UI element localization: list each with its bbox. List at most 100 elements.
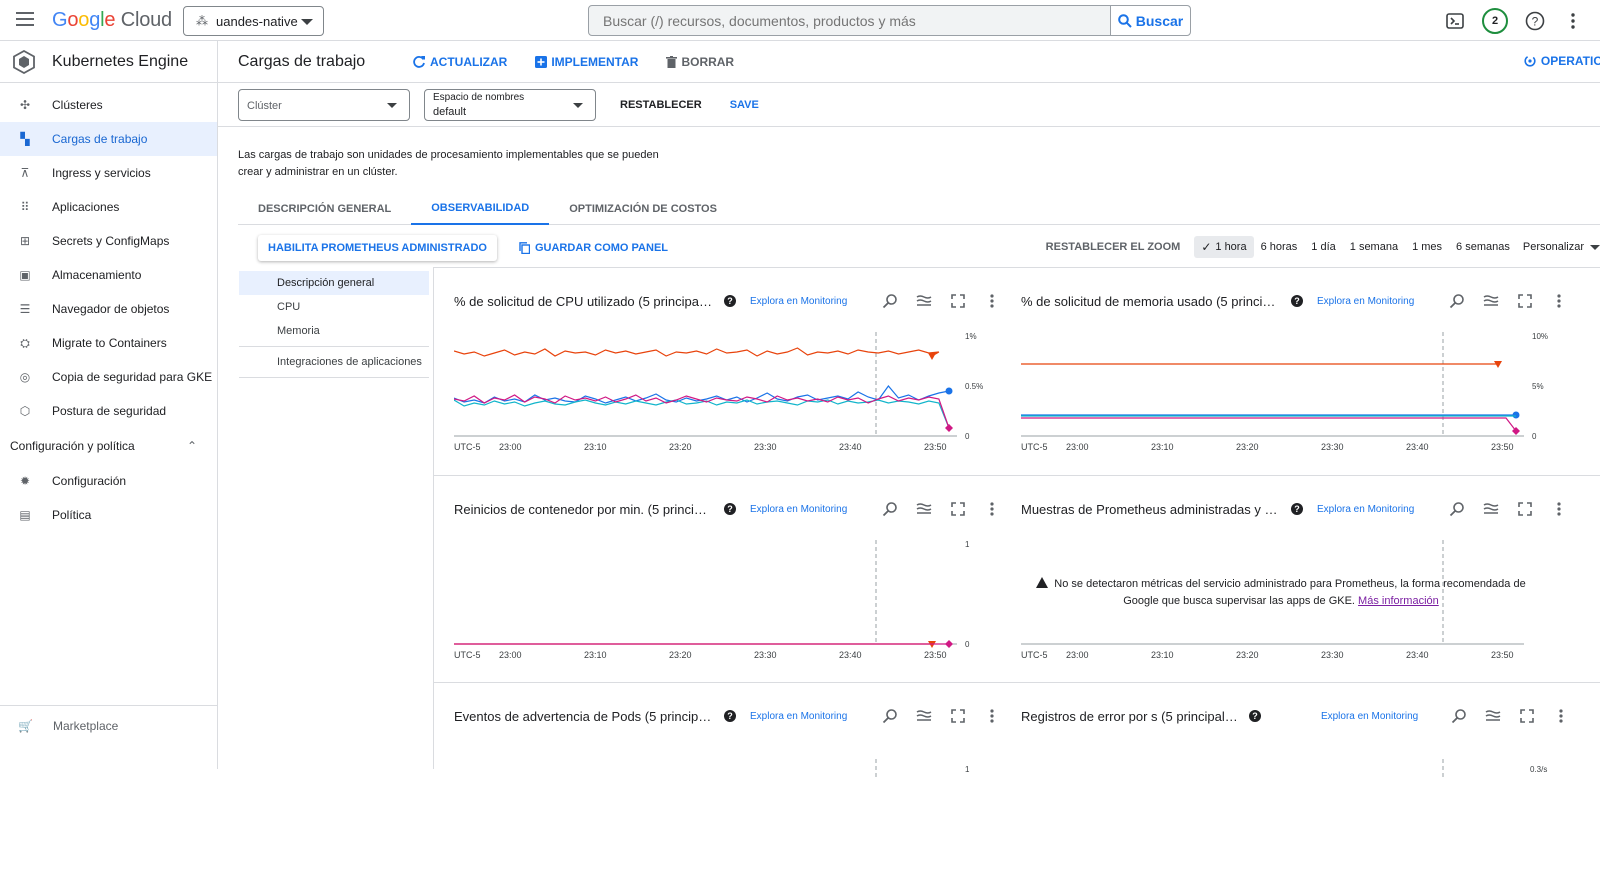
enable-prometheus-button[interactable]: HABILITA PROMETHEUS ADMINISTRADO bbox=[258, 235, 497, 261]
save-filters-button[interactable]: SAVE bbox=[730, 99, 759, 111]
sidebar-item-5[interactable]: ▣ Almacenamiento bbox=[0, 258, 217, 292]
range-option-3[interactable]: 1 semana bbox=[1343, 236, 1405, 258]
reset-zoom-button[interactable]: RESTABLECER EL ZOOM bbox=[1046, 241, 1181, 253]
help-icon[interactable]: ? bbox=[1249, 710, 1261, 722]
explore-in-monitoring-link[interactable]: Explora en Monitoring bbox=[750, 296, 868, 307]
fullscreen-icon[interactable] bbox=[948, 499, 968, 519]
sidebar-item-0[interactable]: ✣ Clústeres bbox=[0, 88, 217, 122]
namespace-select[interactable]: Espacio de nombres default bbox=[424, 88, 596, 121]
delete-button[interactable]: BORRAR bbox=[666, 55, 734, 69]
help-icon[interactable]: ? bbox=[1524, 10, 1546, 32]
explore-in-monitoring-link[interactable]: Explora en Monitoring bbox=[750, 711, 868, 722]
chart-area[interactable]: UTC-5 23:00 23:10 23:20 23:30 23:40 23:50 1 0 bbox=[454, 532, 984, 662]
legend-icon[interactable] bbox=[914, 291, 934, 311]
deploy-button[interactable]: IMPLEMENTAR bbox=[535, 55, 638, 69]
legend-icon[interactable] bbox=[1481, 291, 1501, 311]
range-option-0[interactable]: 1 hora bbox=[1194, 236, 1254, 258]
sidebar-item-marketplace[interactable]: 🛒 Marketplace bbox=[0, 705, 217, 745]
more-vert-icon[interactable] bbox=[982, 706, 1002, 726]
obs-nav-item-3[interactable]: Integraciones de aplicaciones bbox=[239, 350, 429, 374]
explore-in-monitoring-link[interactable]: Explora en Monitoring bbox=[1317, 296, 1435, 307]
more-vert-icon[interactable] bbox=[1549, 291, 1569, 311]
refresh-button[interactable]: ACTUALIZAR bbox=[412, 55, 507, 69]
fullscreen-icon[interactable] bbox=[1515, 291, 1535, 311]
obs-nav-item-2[interactable]: Memoria bbox=[239, 319, 429, 343]
zoom-icon[interactable] bbox=[880, 291, 900, 311]
sidebar-item-9[interactable]: ⬡ Postura de seguridad bbox=[0, 394, 217, 428]
cloud-shell-icon[interactable] bbox=[1444, 10, 1466, 32]
fullscreen-icon[interactable] bbox=[1517, 706, 1537, 726]
zoom-icon[interactable] bbox=[1449, 706, 1469, 726]
help-icon[interactable]: ? bbox=[1291, 295, 1303, 307]
fullscreen-icon[interactable] bbox=[948, 706, 968, 726]
help-icon[interactable]: ? bbox=[724, 295, 736, 307]
more-vert-icon[interactable] bbox=[1549, 499, 1569, 519]
legend-icon[interactable] bbox=[1481, 499, 1501, 519]
reset-filters-button[interactable]: RESTABLECER bbox=[620, 99, 702, 111]
menu-icon[interactable] bbox=[16, 12, 34, 28]
zoom-icon[interactable] bbox=[1447, 291, 1467, 311]
sidebar-item-8[interactable]: ◎ Copia de seguridad para GKE bbox=[0, 360, 217, 394]
help-icon[interactable]: ? bbox=[724, 503, 736, 515]
help-icon[interactable]: ? bbox=[1291, 503, 1303, 515]
panel-header: Registros de error por s (5 principales)… bbox=[1021, 705, 1571, 727]
legend-icon[interactable] bbox=[1483, 706, 1503, 726]
sidebar-item-3[interactable]: ⠿ Aplicaciones bbox=[0, 190, 217, 224]
search-button[interactable]: Buscar bbox=[1110, 6, 1190, 35]
zoom-icon[interactable] bbox=[880, 499, 900, 519]
project-selector[interactable]: ⁂ uandes-native bbox=[183, 6, 324, 36]
help-icon[interactable]: ? bbox=[724, 710, 736, 722]
more-vert-icon[interactable] bbox=[982, 499, 1002, 519]
fullscreen-icon[interactable] bbox=[1515, 499, 1535, 519]
custom-range-button[interactable]: Personalizar bbox=[1517, 241, 1600, 253]
save-as-dashboard-button[interactable]: GUARDAR COMO PANEL bbox=[519, 242, 668, 254]
google-cloud-logo[interactable]: Google Cloud bbox=[52, 9, 172, 32]
tab-1[interactable]: OBSERVABILIDAD bbox=[411, 193, 550, 225]
fullscreen-icon[interactable] bbox=[948, 291, 968, 311]
cluster-placeholder: Clúster bbox=[247, 99, 282, 112]
series-end-marker bbox=[945, 640, 953, 648]
series-line-3 bbox=[1021, 417, 1517, 432]
range-option-2[interactable]: 1 día bbox=[1304, 236, 1342, 258]
x-tick-label: 23:20 bbox=[1236, 650, 1259, 660]
chart-area[interactable]: 0.3/s bbox=[1021, 739, 1551, 779]
obs-nav-item-1[interactable]: CPU bbox=[239, 295, 429, 319]
sidebar-section-config-policy[interactable]: Configuración y política ⌃ bbox=[0, 428, 217, 464]
cluster-select[interactable]: Clúster bbox=[238, 88, 410, 121]
sidebar-item-6[interactable]: ☰ Navegador de objetos bbox=[0, 292, 217, 326]
obs-nav-item-0[interactable]: Descripción general bbox=[239, 271, 429, 295]
legend-icon[interactable] bbox=[914, 499, 934, 519]
chart-area[interactable]: UTC-5 23:00 23:10 23:20 23:30 23:40 23:50 1% 0.5… bbox=[453, 324, 984, 454]
more-vert-icon[interactable] bbox=[1551, 706, 1571, 726]
chart-area[interactable]: UTC-5 23:00 23:10 23:20 23:30 23:40 23:50 10% 5%… bbox=[1021, 324, 1551, 454]
legend-icon[interactable] bbox=[914, 706, 934, 726]
notification-badge[interactable]: 2 bbox=[1482, 7, 1508, 34]
zoom-icon[interactable] bbox=[1447, 499, 1467, 519]
sidebar-item-label: Aplicaciones bbox=[52, 200, 120, 214]
explore-in-monitoring-link[interactable]: Explora en Monitoring bbox=[1317, 504, 1435, 515]
chart-area[interactable]: 1 bbox=[454, 739, 984, 779]
y-tick-label: 0 bbox=[965, 640, 970, 649]
sidebar-item-1[interactable]: ▚ Cargas de trabajo bbox=[0, 122, 217, 156]
tab-2[interactable]: OPTIMIZACIÓN DE COSTOS bbox=[549, 193, 737, 225]
range-option-4[interactable]: 1 mes bbox=[1405, 236, 1449, 258]
more-vert-icon[interactable] bbox=[1562, 10, 1584, 32]
range-option-5[interactable]: 6 semanas bbox=[1449, 236, 1517, 258]
x-tick-label: 23:40 bbox=[1406, 650, 1429, 660]
zoom-icon[interactable] bbox=[880, 706, 900, 726]
explore-in-monitoring-link[interactable]: Explora en Monitoring bbox=[750, 504, 868, 515]
sidebar-item-7[interactable]: ⛭ Migrate to Containers bbox=[0, 326, 217, 360]
sidebar-item-4[interactable]: ⊞ Secrets y ConfigMaps bbox=[0, 224, 217, 258]
learn-more-link[interactable]: Más información bbox=[1358, 595, 1439, 607]
tab-0[interactable]: DESCRIPCIÓN GENERAL bbox=[238, 193, 411, 225]
more-vert-icon[interactable] bbox=[982, 291, 1002, 311]
search-input[interactable] bbox=[589, 6, 1110, 35]
sidebar-item-section-1[interactable]: ▤ Política bbox=[0, 498, 217, 532]
range-option-1[interactable]: 6 horas bbox=[1254, 236, 1305, 258]
explore-in-monitoring-link[interactable]: Explora en Monitoring bbox=[1321, 711, 1437, 722]
sidebar-item-2[interactable]: ⊼ Ingress y servicios bbox=[0, 156, 217, 190]
panel-title: % de solicitud de memoria usado (5 princ… bbox=[1021, 293, 1281, 309]
sidebar-item-section-0[interactable]: ✹ Configuración bbox=[0, 464, 217, 498]
divider bbox=[239, 346, 429, 347]
operations-button[interactable]: OPERATIC bbox=[1524, 54, 1600, 68]
